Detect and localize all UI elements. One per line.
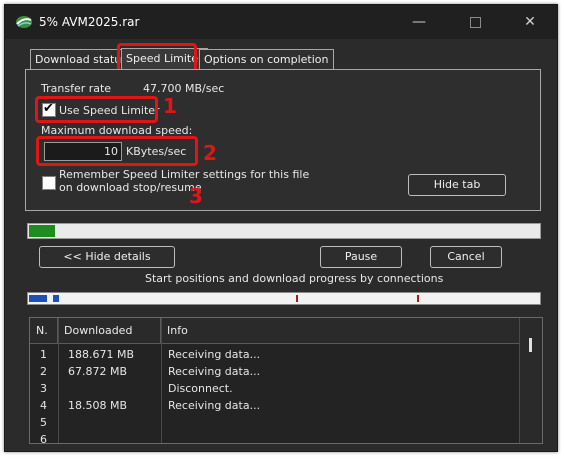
- column-header-info[interactable]: Info: [161, 318, 522, 344]
- callout-box-1: [35, 96, 158, 123]
- remember-settings-checkbox[interactable]: [42, 176, 56, 190]
- row-number: 5: [40, 416, 47, 429]
- table-row[interactable]: 2 67.872 MB Receiving data...: [30, 365, 522, 382]
- hide-details-button[interactable]: << Hide details: [39, 246, 175, 268]
- row-info: Receiving data...: [168, 399, 261, 412]
- title-bar[interactable]: 5% AVM2025.rar — ✕: [5, 5, 557, 39]
- connection-marker-4: [417, 295, 419, 302]
- close-button[interactable]: ✕: [510, 11, 550, 33]
- column-header-downloaded[interactable]: Downloaded: [58, 318, 161, 344]
- table-row[interactable]: 4 18.508 MB Receiving data...: [30, 399, 522, 416]
- table-scrollbar[interactable]: [519, 318, 542, 443]
- connection-segment-1: [29, 295, 47, 302]
- row-number: 6: [40, 433, 47, 444]
- row-number: 2: [40, 365, 47, 378]
- progress-fill: [29, 225, 55, 237]
- row-number: 3: [40, 382, 47, 395]
- close-icon: ✕: [524, 14, 536, 30]
- connections-caption: Start positions and download progress by…: [145, 272, 444, 285]
- row-downloaded: 67.872 MB: [68, 365, 128, 378]
- row-number: 4: [40, 399, 47, 412]
- row-info: Receiving data...: [168, 365, 261, 378]
- callout-number-2: 2: [203, 141, 217, 165]
- row-info: Receiving data...: [168, 348, 261, 361]
- transfer-rate-label: Transfer rate: [41, 82, 112, 95]
- maximize-button[interactable]: [455, 11, 495, 33]
- pause-button[interactable]: Pause: [320, 246, 402, 268]
- download-window: 5% AVM2025.rar — ✕ Download status Speed…: [4, 4, 558, 452]
- remember-settings-label-line1[interactable]: Remember Speed Limiter settings for this…: [59, 168, 309, 181]
- table-row[interactable]: 6: [30, 433, 522, 444]
- callout-number-1: 1: [163, 94, 177, 118]
- transfer-rate-value: 47.700 MB/sec: [143, 82, 225, 95]
- connection-marker-3: [296, 295, 298, 302]
- connection-segment-2: [53, 295, 59, 302]
- minimize-icon: —: [412, 14, 426, 30]
- hide-tab-button[interactable]: Hide tab: [408, 174, 506, 196]
- row-info: Disconnect.: [168, 382, 233, 395]
- cancel-button[interactable]: Cancel: [430, 246, 502, 268]
- row-number: 1: [40, 348, 47, 361]
- row-downloaded: 188.671 MB: [68, 348, 135, 361]
- minimize-button[interactable]: —: [399, 11, 439, 33]
- callout-box-2: [36, 136, 198, 166]
- window-title: 5% AVM2025.rar: [39, 15, 140, 29]
- row-downloaded: 18.508 MB: [68, 399, 128, 412]
- scrollbar-thumb[interactable]: [529, 338, 532, 352]
- remember-settings-label-line2[interactable]: on download stop/resume: [59, 181, 202, 194]
- connections-progress-bar: [27, 292, 541, 305]
- column-header-number[interactable]: N.: [30, 318, 58, 344]
- table-row[interactable]: 5: [30, 416, 522, 433]
- download-progress-bar: [27, 223, 541, 239]
- idm-app-icon: [16, 16, 32, 28]
- connections-table: N. Downloaded Info 1 188.671 MB Receiving …: [29, 317, 543, 444]
- callout-number-3: 3: [189, 184, 203, 208]
- maximize-icon: [469, 16, 481, 28]
- table-row[interactable]: 3 Disconnect.: [30, 382, 522, 399]
- table-row[interactable]: 1 188.671 MB Receiving data...: [30, 348, 522, 365]
- tab-options-on-completion[interactable]: Options on completion: [199, 49, 334, 70]
